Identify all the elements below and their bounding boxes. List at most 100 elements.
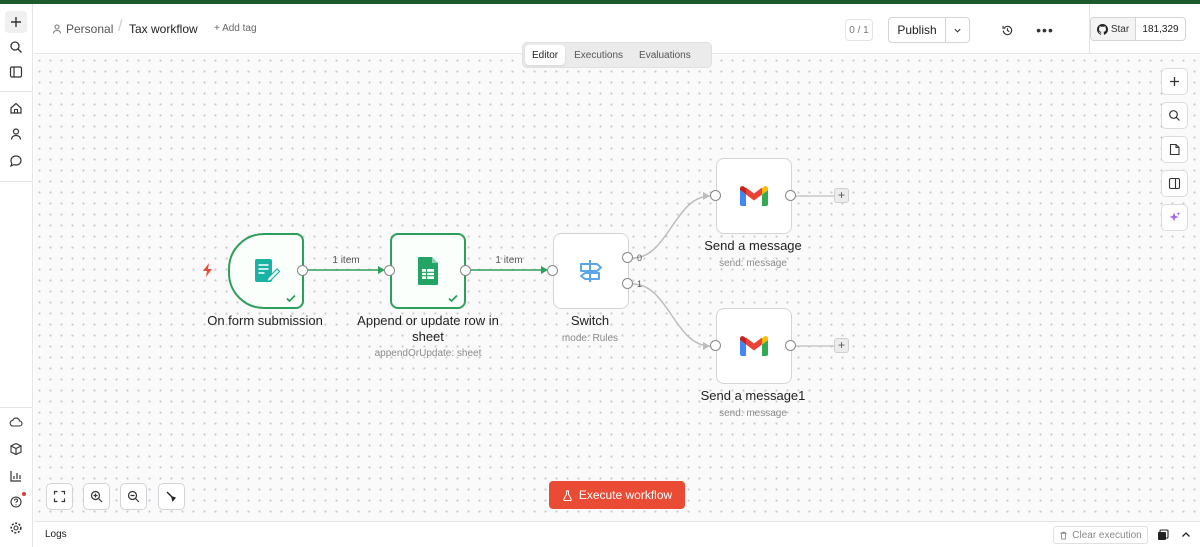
output-port[interactable] [460,265,471,276]
github-star-button[interactable]: Star 181,329 [1090,17,1186,41]
node-form-trigger[interactable] [228,233,304,309]
view-tabs: Editor Executions Evaluations [522,42,712,68]
switch-output-label-0: 0 [637,253,643,263]
input-port[interactable] [710,190,721,201]
tab-evaluations[interactable]: Evaluations [632,45,698,65]
sidebar-divider [0,91,33,92]
version-counter: 0 / 1 [845,19,873,41]
plus-icon [1170,77,1179,86]
node-subtitle: send: message [719,258,787,269]
switch-output-label-1: 1 [637,279,643,289]
add-node-button[interactable] [1161,68,1188,95]
logs-title: Logs [45,529,67,540]
settings-icon[interactable] [5,517,27,539]
success-check-icon [286,294,296,303]
output-port[interactable] [297,265,308,276]
node-send-message[interactable] [716,158,792,234]
add-tag-button[interactable]: + Add tag [214,23,257,34]
notification-dot [22,492,26,496]
help-icon[interactable] [5,491,27,513]
panel-icon [1168,177,1181,190]
tab-editor[interactable]: Editor [525,45,566,65]
zoom-out-button[interactable] [120,483,147,510]
cloud-icon[interactable] [5,411,27,433]
output-port[interactable] [785,190,796,201]
add-icon[interactable] [5,11,27,33]
node-label: Send a message1 [700,388,806,403]
sidebar-divider [0,407,33,408]
search-icon [1169,110,1180,121]
node-switch[interactable] [553,233,629,309]
github-star-count: 181,329 [1142,23,1179,35]
project-name: Personal [66,22,114,36]
publish-button-group: Publish [888,17,970,43]
form-icon [255,259,281,283]
node-google-sheets[interactable] [390,233,466,309]
more-options-icon[interactable]: ••• [1035,20,1055,40]
node-label: On form submission [207,313,323,328]
add-next-node-button[interactable]: + [834,188,849,203]
side-panel-button[interactable] [1161,170,1188,197]
node-subtitle: mode: Rules [561,333,619,344]
gmail-icon [740,186,768,206]
zoom-out-icon [127,490,140,503]
tidy-up-button[interactable] [158,483,185,510]
fit-view-icon [53,490,66,503]
user-icon[interactable] [5,123,27,145]
output-port-1[interactable] [622,278,633,289]
input-port[interactable] [547,265,558,276]
ai-assistant-button[interactable] [1161,204,1188,231]
clear-execution-button[interactable]: Clear execution [1053,526,1148,544]
chevron-up-icon[interactable] [1180,529,1192,541]
node-subtitle: appendOrUpdate: sheet [374,348,482,359]
publish-dropdown[interactable] [946,18,969,42]
publish-button[interactable]: Publish [889,18,946,42]
note-icon [1169,143,1180,156]
breadcrumb-project[interactable]: Personal [52,22,113,36]
github-star-label: Star [1091,18,1136,40]
user-icon [53,24,61,34]
zoom-in-button[interactable] [83,483,110,510]
input-port[interactable] [710,340,721,351]
trash-icon [1060,531,1067,540]
google-sheets-icon [418,257,438,285]
gmail-icon [740,336,768,356]
node-label: Append or update row in sheet [357,313,499,344]
chat-icon[interactable] [5,150,27,172]
popout-icon[interactable] [1157,529,1169,541]
add-next-node-button[interactable]: + [834,338,849,353]
flask-icon [563,489,572,501]
chevron-down-icon [954,28,961,33]
search-nodes-button[interactable] [1161,102,1188,129]
execute-workflow-button[interactable]: Execute workflow [549,481,685,509]
node-label: Switch [570,313,610,328]
tab-executions[interactable]: Executions [567,45,630,65]
success-check-icon [448,294,458,303]
workflow-title[interactable]: Tax workflow [129,22,198,36]
connection-label-2: 1 item [495,255,523,266]
signpost-icon [580,260,602,282]
node-label: Send a message [704,238,802,253]
fit-view-button[interactable] [46,483,73,510]
node-subtitle: send: message [719,408,787,419]
logs-panel[interactable]: Logs Clear execution [34,521,1200,547]
trigger-bolt-icon [202,263,214,277]
input-port[interactable] [384,265,395,276]
search-icon[interactable] [5,36,27,58]
output-port[interactable] [785,340,796,351]
github-icon [1096,23,1108,35]
sidebar-divider [0,181,33,182]
chart-icon[interactable] [5,465,27,487]
sticky-note-button[interactable] [1161,136,1188,163]
output-port-0[interactable] [622,252,633,263]
connection-label-1: 1 item [332,255,360,266]
sparkle-icon [1169,212,1181,222]
left-sidebar [0,4,33,547]
zoom-in-icon [90,490,103,503]
history-icon[interactable] [997,20,1017,40]
home-icon[interactable] [5,97,27,119]
sidebar-toggle-icon[interactable] [5,61,27,83]
node-send-message1[interactable] [716,308,792,384]
breadcrumb-separator: / [118,18,123,35]
package-icon[interactable] [5,438,27,460]
